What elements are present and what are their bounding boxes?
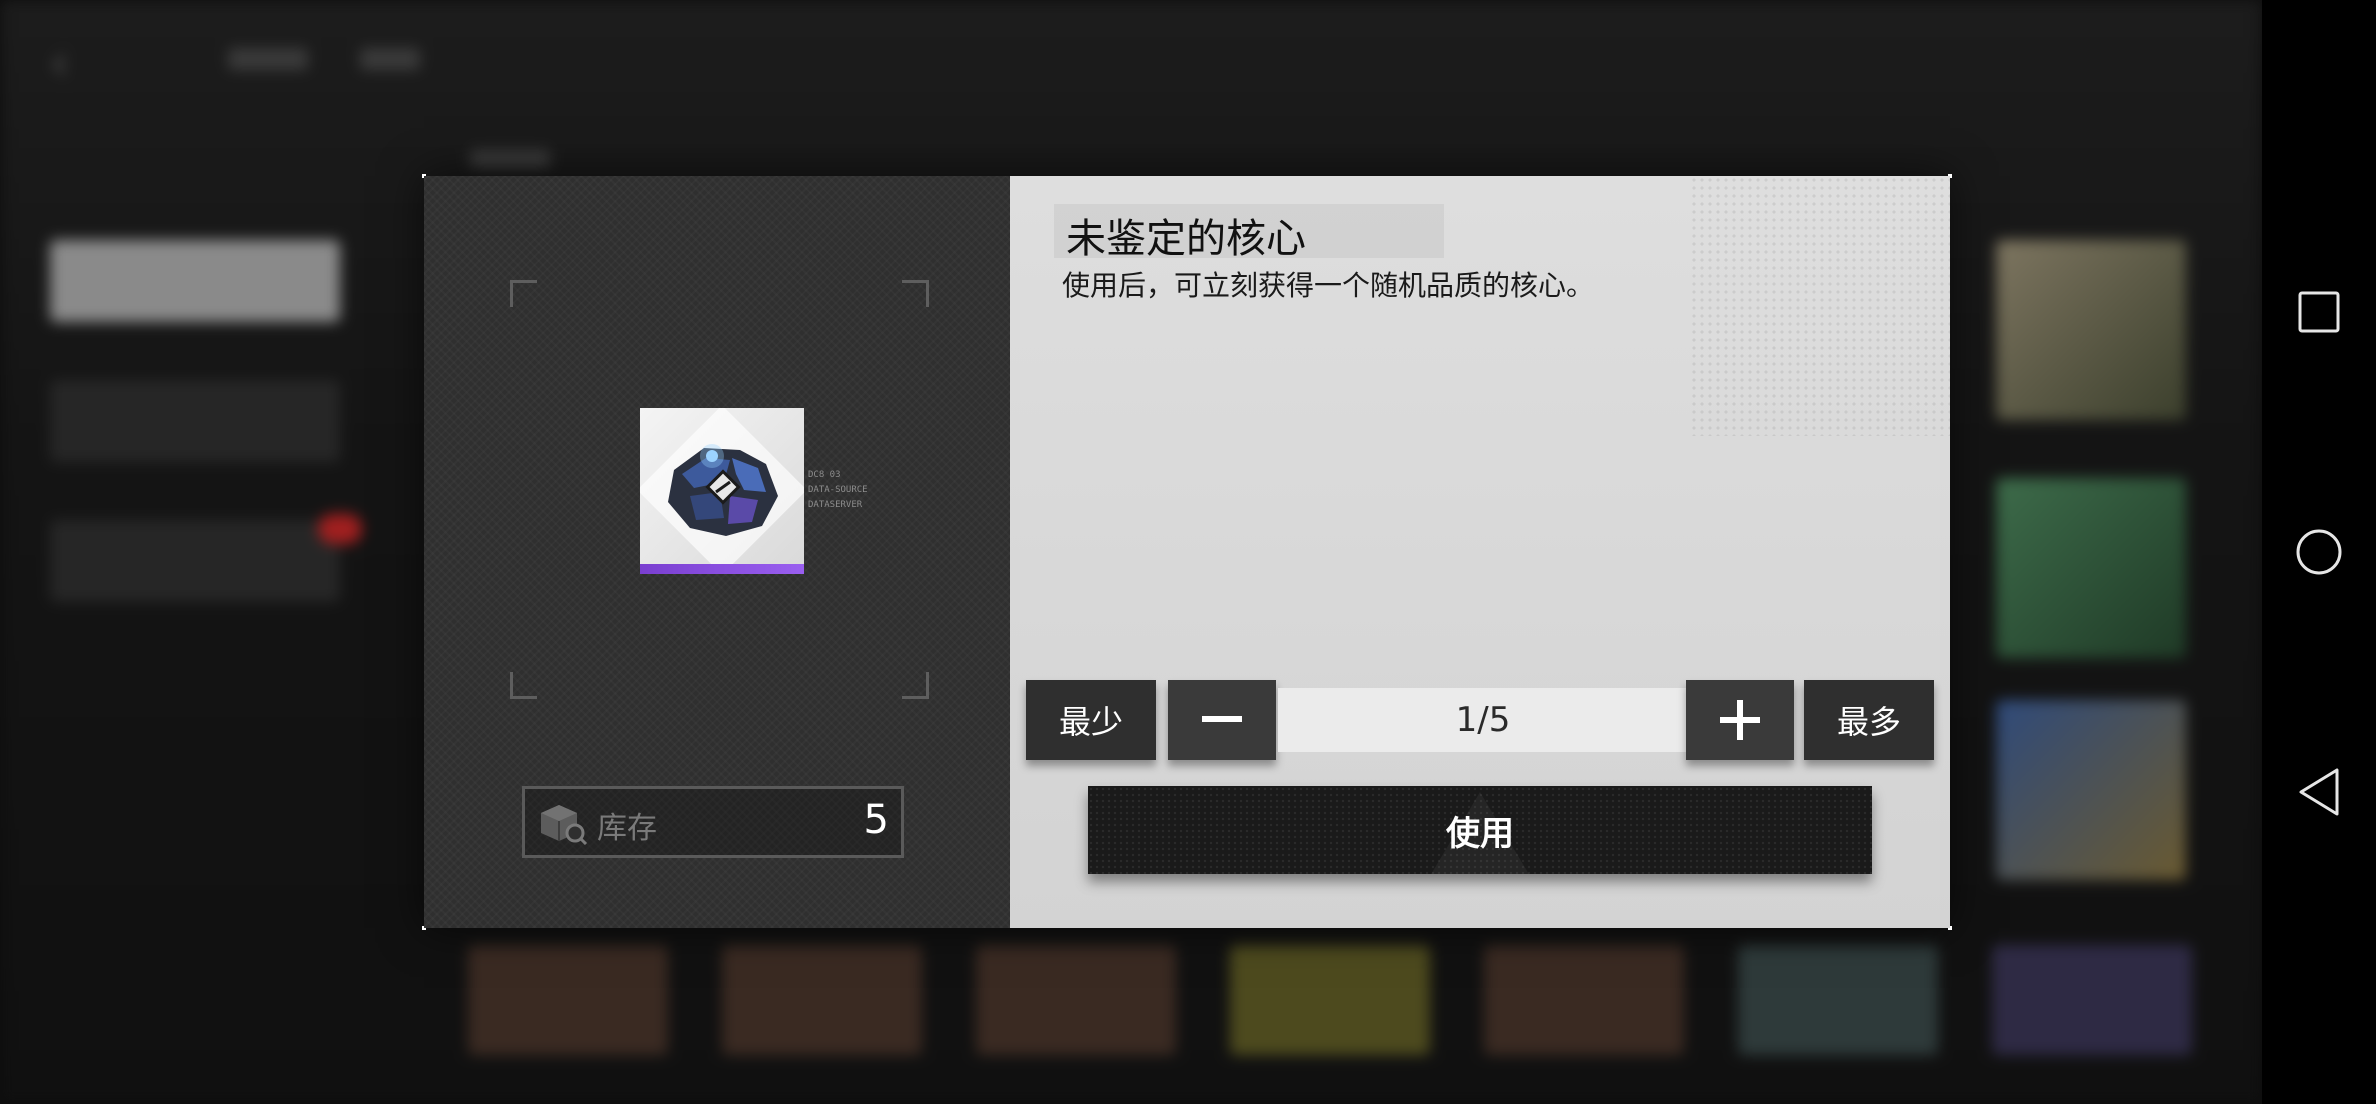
background-item-card [976,945,1176,1055]
screen: ‹ DC8 03 DATA-SOURCE DATASERVER 库存 5 未鉴定… [0,0,2376,1104]
min-quantity-button[interactable]: 最少 [1026,680,1156,760]
item-code-text: DC8 03 DATA-SOURCE DATASERVER [808,468,868,513]
background-tab-text [470,150,550,168]
item-title: 未鉴定的核心 [1066,216,1306,262]
background-header-text [228,48,308,70]
use-button-label: 使用 [1446,813,1514,854]
background-item-card [1230,945,1430,1055]
background-item-card [1484,945,1684,1055]
stock-display: 库存 5 [522,786,904,858]
use-button[interactable]: 使用 [1088,786,1872,874]
plus-icon [1720,700,1760,740]
item-use-dialog: DC8 03 DATA-SOURCE DATASERVER 库存 5 未鉴定的核… [422,174,1952,930]
item-description: 使用后，可立刻获得一个随机品质的核心。 [1062,269,1595,302]
navigation-bar [2262,0,2376,1104]
frame-bracket [902,280,929,307]
panel-dot-pattern [1690,176,1950,436]
background-item-card [722,945,922,1055]
background-badge [318,514,362,544]
background-item-card [1738,945,1938,1055]
stock-label: 库存 [597,811,657,846]
background-sidebar-item [50,240,340,322]
background-item-card [1996,240,2186,420]
increase-quantity-button[interactable] [1686,680,1794,760]
recents-square-icon[interactable] [2262,272,2376,352]
box-search-icon [541,805,588,845]
item-code-line: DATASERVER [808,500,863,510]
item-preview-panel: DC8 03 DATA-SOURCE DATASERVER 库存 5 [424,176,1010,928]
background-back-icon: ‹ [50,35,70,91]
background-item-card [1996,478,2186,658]
background-item-card [468,945,668,1055]
background-item-card [1992,945,2192,1055]
item-code-line: DATA-SOURCE [808,485,868,495]
frame-bracket [510,672,537,699]
rarity-bar [640,564,804,574]
item-icon-tile [640,408,804,574]
background-sidebar-item [50,380,340,462]
decrease-quantity-button[interactable] [1168,680,1276,760]
max-quantity-button[interactable]: 最多 [1804,680,1934,760]
frame-bracket [510,280,537,307]
home-circle-icon[interactable] [2262,512,2376,592]
background-sidebar-item [50,520,340,602]
stock-value: 5 [863,797,889,843]
back-triangle-icon[interactable] [2262,752,2376,832]
quantity-value: 1/5 [1278,688,1688,752]
core-item-icon [668,444,778,536]
frame-bracket [902,672,929,699]
minus-icon [1202,716,1242,722]
item-detail-panel: 未鉴定的核心 使用后，可立刻获得一个随机品质的核心。 最少 1/5 最多 使用 [1010,176,1950,928]
item-code-line: DC8 03 [808,470,841,480]
background-item-card [1996,700,2186,880]
background-header-text [360,48,420,70]
